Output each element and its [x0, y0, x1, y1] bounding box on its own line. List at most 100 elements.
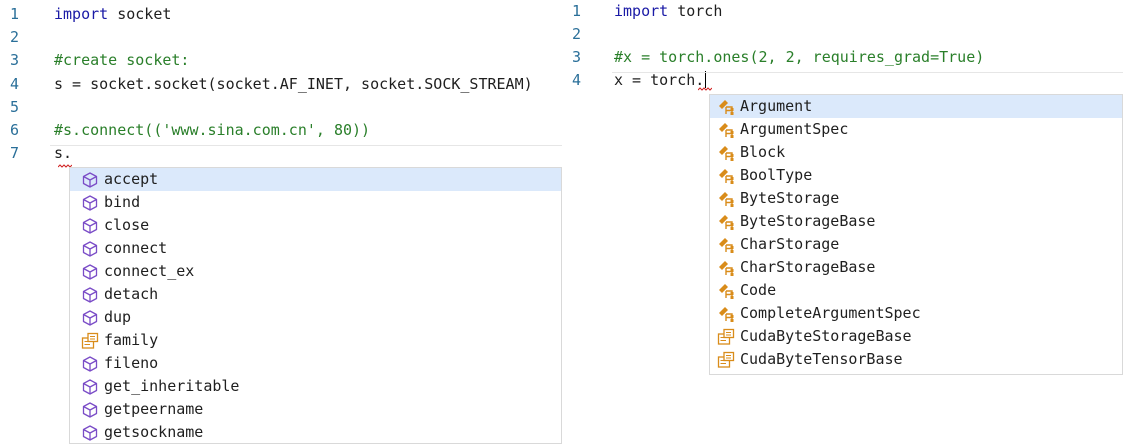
completion-item[interactable]: dup: [70, 306, 561, 329]
code-line[interactable]: 2: [562, 23, 1122, 46]
completion-label: CharStorageBase: [740, 258, 876, 276]
completion-item[interactable]: BoolType: [710, 164, 1122, 187]
line-number: 6: [10, 121, 20, 139]
class-icon: [716, 304, 736, 324]
line-number: 1: [572, 2, 582, 20]
autocomplete-popup[interactable]: accept bind close connect connect_exdetach du…: [69, 167, 562, 444]
code-line[interactable]: 1 import torch: [562, 0, 1122, 23]
keyword-token: import: [54, 5, 109, 23]
comment-token: #x = torch.ones(2, 2, requires_grad=True…: [614, 48, 985, 66]
code-text[interactable]: #create socket:: [54, 49, 189, 72]
line-number: 7: [10, 144, 20, 163]
completion-label: getsockname: [104, 423, 204, 441]
class-icon: [716, 258, 736, 278]
class-icon: [716, 120, 736, 140]
completion-label: connect_ex: [104, 262, 195, 280]
code-line[interactable]: 6 #s.connect(('www.sina.com.cn', 80)): [0, 119, 560, 142]
code-token: torch: [668, 2, 723, 20]
completion-item[interactable]: detach: [70, 283, 561, 306]
completion-item[interactable]: connect: [70, 237, 561, 260]
completion-label: ByteStorage: [740, 189, 840, 207]
class-icon: [716, 143, 736, 163]
code-text[interactable]: import socket: [54, 3, 171, 26]
keyword-token: import: [614, 2, 669, 20]
line-number: 2: [10, 28, 20, 47]
completion-label: detach: [104, 285, 159, 303]
method-cube-icon: [80, 285, 100, 305]
property-icon: [716, 327, 736, 347]
right-editor-pane[interactable]: 1 import torch 2 3 #x = torch.ones(2, 2, req…: [562, 0, 1123, 444]
completion-label: getpeername: [104, 400, 204, 418]
completion-item[interactable]: bind: [70, 191, 561, 214]
class-icon: [716, 281, 736, 301]
completion-label: connect: [104, 239, 168, 257]
completion-item[interactable]: ByteStorage: [710, 187, 1122, 210]
code-line[interactable]: 5: [0, 96, 560, 119]
completion-label: CudaByteStorageBase: [740, 327, 912, 345]
completion-item[interactable]: Block: [710, 141, 1122, 164]
code-line[interactable]: 3 #x = torch.ones(2, 2, requires_grad=Tru…: [562, 46, 1122, 69]
completion-item[interactable]: fileno: [70, 352, 561, 375]
completion-item[interactable]: getpeername: [70, 398, 561, 421]
comment-token: #create socket:: [54, 51, 190, 70]
completion-item[interactable]: CharStorage: [710, 233, 1122, 256]
code-text[interactable]: #x = torch.ones(2, 2, requires_grad=True…: [614, 46, 984, 69]
completion-item[interactable]: CudaByteTensorBase: [710, 348, 1122, 371]
completion-label: ByteStorageBase: [740, 212, 876, 230]
code-line[interactable]: 1 import socket: [0, 3, 560, 26]
left-editor-pane[interactable]: 1 import socket 2 3 #create socket: 4 s = sock…: [0, 0, 562, 444]
completion-item[interactable]: connect_ex: [70, 260, 561, 283]
completion-item[interactable]: Argument: [710, 95, 1122, 118]
code-text[interactable]: s = socket.socket(socket.AF_INET, socket…: [54, 73, 533, 96]
code-token: socket: [108, 5, 172, 23]
method-cube-icon: [80, 423, 100, 443]
line-number: 2: [572, 25, 582, 43]
completion-label: fileno: [104, 354, 159, 372]
class-icon: [716, 166, 736, 186]
completion-label: CudaByteTensorBase: [740, 350, 903, 368]
completion-item[interactable]: family: [70, 329, 561, 352]
completion-item[interactable]: close: [70, 214, 561, 237]
code-token: s.: [54, 144, 73, 163]
code-text[interactable]: import torch: [614, 0, 722, 23]
completion-item[interactable]: ArgumentSpec: [710, 118, 1122, 141]
completion-label: ArgumentSpec: [740, 120, 849, 138]
method-cube-icon: [80, 400, 100, 420]
completion-label: accept: [104, 170, 159, 188]
completion-item[interactable]: Code: [710, 279, 1122, 302]
code-line[interactable]: 3 #create socket:: [0, 49, 560, 72]
class-icon: [716, 189, 736, 209]
completion-item[interactable]: CharStorageBase: [710, 256, 1122, 279]
method-cube-icon: [80, 239, 100, 259]
code-text[interactable]: #s.connect(('www.sina.com.cn', 80)): [54, 119, 370, 142]
class-icon: [716, 212, 736, 232]
method-cube-icon: [80, 170, 100, 190]
completion-item[interactable]: CompleteArgumentSpec: [710, 302, 1122, 325]
class-icon: [716, 235, 736, 255]
line-number: 3: [572, 48, 582, 66]
line-number: 4: [572, 71, 582, 89]
completion-label: CharStorage: [740, 235, 840, 253]
completion-label: close: [104, 216, 150, 234]
code-line[interactable]: 2: [0, 26, 560, 49]
completion-label: family: [104, 331, 159, 349]
completion-item[interactable]: CudaByteStorageBase: [710, 325, 1122, 348]
completion-label: Argument: [740, 97, 813, 115]
method-cube-icon: [80, 193, 100, 213]
completion-item[interactable]: accept: [70, 168, 561, 191]
completion-label: dup: [104, 308, 132, 326]
code-line[interactable]: 4 s = socket.socket(socket.AF_INET, socke…: [0, 73, 560, 96]
autocomplete-popup[interactable]: Argument ArgumentSpec Block BoolType ByteSto…: [709, 94, 1123, 375]
error-squiggle: [698, 87, 712, 91]
current-line-highlight: [50, 145, 562, 146]
line-number: 5: [10, 97, 20, 116]
line-number: 3: [10, 51, 20, 70]
completion-item[interactable]: get_inheritable: [70, 375, 561, 398]
completion-label: bind: [104, 193, 141, 211]
completion-item[interactable]: getsockname: [70, 421, 561, 444]
completion-item[interactable]: ByteStorageBase: [710, 210, 1122, 233]
current-line-highlight: [612, 72, 1123, 73]
completion-label: Code: [740, 281, 777, 299]
line-number: 4: [10, 74, 20, 93]
completion-label: BoolType: [740, 166, 813, 184]
